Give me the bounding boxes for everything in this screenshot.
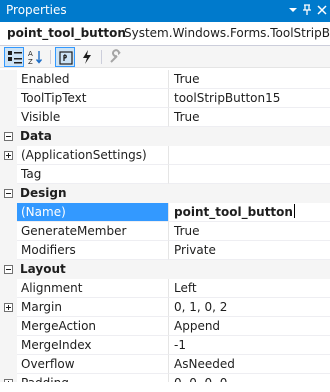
toolbar-separator xyxy=(101,50,102,64)
window-title: Properties xyxy=(6,3,67,17)
property-name: Tag xyxy=(17,165,168,184)
property-pages-button[interactable] xyxy=(106,47,126,67)
row-gutter xyxy=(0,336,17,355)
object-name: point_tool_button xyxy=(7,26,126,40)
expand-icon[interactable] xyxy=(4,303,13,312)
property-row-visible[interactable]: Visible True xyxy=(0,108,330,127)
category-label: Layout xyxy=(20,262,66,276)
category-design[interactable]: Design xyxy=(0,184,330,203)
row-gutter xyxy=(0,374,17,382)
property-name: Margin xyxy=(17,298,168,317)
property-name: Visible xyxy=(17,108,168,127)
property-value[interactable] xyxy=(168,165,330,184)
property-name: Modifiers xyxy=(17,241,168,260)
property-name: MergeAction xyxy=(17,317,168,336)
property-value[interactable]: True xyxy=(168,222,330,241)
property-name: Enabled xyxy=(17,70,168,89)
property-value[interactable]: Append xyxy=(168,317,330,336)
property-value-editor[interactable]: point_tool_button xyxy=(168,203,330,222)
property-value-text: point_tool_button xyxy=(174,205,293,219)
row-gutter xyxy=(0,89,17,108)
row-gutter xyxy=(0,203,17,222)
object-selector[interactable]: point_tool_button System.Windows.Forms.T… xyxy=(0,22,330,46)
collapse-icon[interactable] xyxy=(4,189,13,198)
row-gutter xyxy=(0,298,17,317)
property-row-padding[interactable]: Padding 0, 0, 0, 0 xyxy=(0,374,330,382)
row-gutter xyxy=(0,165,17,184)
property-value[interactable]: Left xyxy=(168,279,330,298)
collapse-icon[interactable] xyxy=(4,132,13,141)
categorized-button[interactable] xyxy=(4,47,24,67)
property-name: (ApplicationSettings) xyxy=(17,146,168,165)
property-name: ToolTipText xyxy=(17,89,168,108)
property-row-mergeaction[interactable]: MergeAction Append xyxy=(0,317,330,336)
category-data[interactable]: Data xyxy=(0,127,330,146)
property-row-margin[interactable]: Margin 0, 1, 0, 2 xyxy=(0,298,330,317)
events-icon xyxy=(83,50,91,64)
properties-icon xyxy=(59,51,73,65)
properties-button[interactable] xyxy=(55,47,75,67)
property-value[interactable] xyxy=(168,146,330,165)
row-gutter xyxy=(0,355,17,374)
row-gutter xyxy=(0,108,17,127)
property-name: (Name) xyxy=(17,203,168,222)
pin-icon[interactable] xyxy=(300,3,314,17)
property-row-overflow[interactable]: Overflow AsNeeded xyxy=(0,355,330,374)
category-label: Design xyxy=(20,186,67,200)
expand-icon[interactable] xyxy=(4,379,13,382)
dropdown-icon[interactable] xyxy=(286,3,300,17)
property-row-alignment[interactable]: Alignment Left xyxy=(0,279,330,298)
property-value[interactable]: toolStripButton15 xyxy=(168,89,330,108)
toolbar-separator xyxy=(50,50,51,64)
alphabetical-icon: A Z xyxy=(28,50,43,65)
properties-toolbar: A Z xyxy=(0,46,330,68)
row-gutter xyxy=(0,279,17,298)
close-icon[interactable] xyxy=(315,3,329,17)
svg-text:A: A xyxy=(28,50,33,58)
category-layout[interactable]: Layout xyxy=(0,260,330,279)
properties-titlebar: Properties xyxy=(0,0,330,22)
property-row-enabled[interactable]: Enabled True xyxy=(0,70,330,89)
row-gutter xyxy=(0,241,17,260)
property-name: Alignment xyxy=(17,279,168,298)
property-row-tooltiptext[interactable]: ToolTipText toolStripButton15 xyxy=(0,89,330,108)
svg-text:Z: Z xyxy=(28,58,33,65)
property-row-generatemember[interactable]: GenerateMember True xyxy=(0,222,330,241)
property-name: GenerateMember xyxy=(17,222,168,241)
property-value[interactable]: True xyxy=(168,108,330,127)
property-value[interactable]: 0, 0, 0, 0 xyxy=(168,374,330,382)
categorized-icon xyxy=(8,51,22,64)
row-gutter xyxy=(0,222,17,241)
property-name: MergeIndex xyxy=(17,336,168,355)
expand-icon[interactable] xyxy=(4,151,13,160)
property-grid: Enabled True ToolTipText toolStripButton… xyxy=(0,70,330,382)
category-label: Data xyxy=(20,129,52,143)
collapse-icon[interactable] xyxy=(4,265,13,274)
property-row-applicationsettings[interactable]: (ApplicationSettings) xyxy=(0,146,330,165)
property-name: Padding xyxy=(17,374,168,382)
text-caret xyxy=(293,204,295,218)
row-gutter xyxy=(0,70,17,89)
events-button[interactable] xyxy=(77,47,97,67)
property-value[interactable]: -1 xyxy=(168,336,330,355)
property-name: Overflow xyxy=(17,355,168,374)
property-row-modifiers[interactable]: Modifiers Private xyxy=(0,241,330,260)
property-value[interactable]: True xyxy=(168,70,330,89)
row-gutter xyxy=(0,146,17,165)
object-type: System.Windows.Forms.ToolStripButton xyxy=(124,26,330,40)
property-row-mergeindex[interactable]: MergeIndex -1 xyxy=(0,336,330,355)
property-row-name[interactable]: (Name) point_tool_button xyxy=(0,203,330,222)
property-value[interactable]: 0, 1, 0, 2 xyxy=(168,298,330,317)
property-pages-icon xyxy=(110,49,121,63)
property-row-tag[interactable]: Tag xyxy=(0,165,330,184)
property-value[interactable]: AsNeeded xyxy=(168,355,330,374)
alphabetical-button[interactable]: A Z xyxy=(26,47,46,67)
property-value[interactable]: Private xyxy=(168,241,330,260)
row-gutter xyxy=(0,317,17,336)
